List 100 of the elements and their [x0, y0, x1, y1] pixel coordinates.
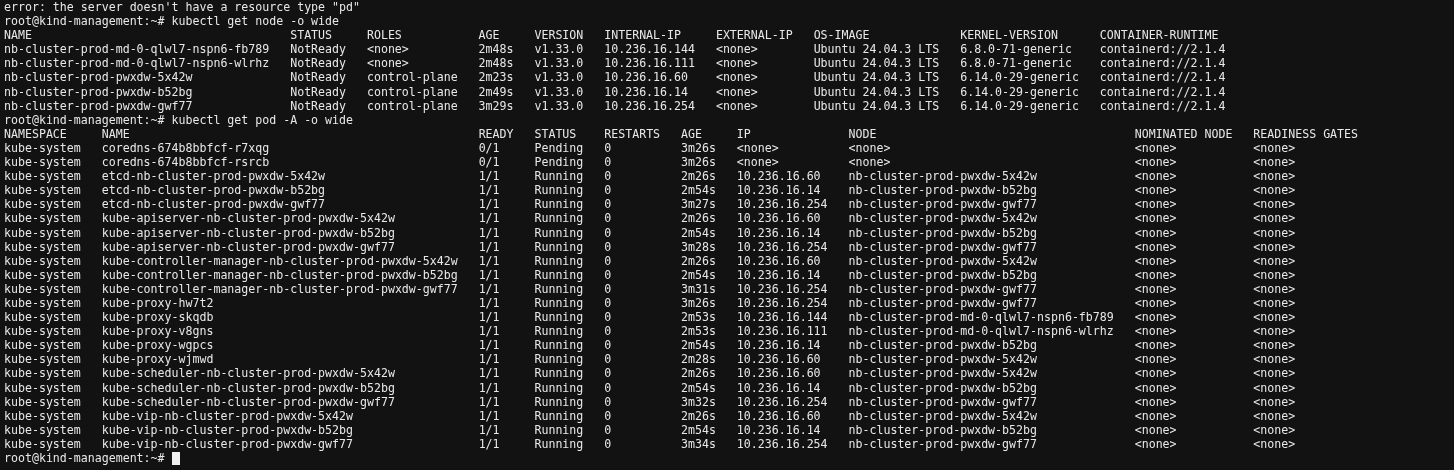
table-cell-text: 0 — [604, 225, 613, 240]
column-header: ROLES — [366, 28, 403, 43]
table-cell-text: <none> — [1253, 338, 1297, 353]
table-cell-text: kube-apiserver-nb-cluster-prod-pwxdw-gwf77 — [101, 239, 396, 254]
table-cell-text: <none> — [1253, 225, 1297, 240]
table-cell-text: 3m31s — [681, 281, 717, 296]
table-cell-text: Running — [534, 169, 585, 184]
table-cell-text: v1.33.0 — [534, 84, 585, 99]
table-cell-text: nb-cluster-prod-pwxdw-5x42w — [848, 253, 1038, 268]
table-cell-text: 1/1 — [478, 352, 501, 367]
table-cell-text: 0 — [604, 155, 613, 170]
table-cell-text: 10.236.16.60 — [736, 253, 822, 268]
table-cell-text: nb-cluster-prod-pwxdw-gwf77 — [848, 239, 1038, 254]
table-cell-text: 2m54s — [681, 338, 717, 353]
table-cell-text: 1/1 — [478, 310, 501, 325]
table-cell-text: <none> — [715, 98, 759, 113]
table-cell-text: 10.236.16.254 — [736, 436, 829, 451]
column-header: STATUS — [534, 126, 578, 141]
table-cell-text: 10.236.16.254 — [604, 98, 696, 113]
table-cell-text: 10.236.16.14 — [736, 225, 822, 240]
table-cell-text: 3m27s — [681, 197, 717, 212]
table-cell-text: <none> — [715, 70, 759, 85]
table-cell-text: 0 — [604, 140, 613, 156]
table-cell-text: 2m48s — [478, 42, 515, 57]
table-cell: containerd://2.1.4 — [1099, 98, 1226, 113]
table-cell-text: <none> — [1134, 183, 1178, 198]
table-cell-text: Ubuntu 24.04.3 LTS — [813, 70, 941, 85]
table-cell-text: kube-scheduler-nb-cluster-prod-pwxdw-b52bg — [101, 380, 396, 395]
table-cell-text: nb-cluster-prod-pwxdw-5x42w — [848, 211, 1038, 226]
table-cell-text: <none> — [1253, 380, 1297, 395]
table-cell-text: <none> — [1253, 366, 1297, 381]
table-cell-text: <none> — [1253, 183, 1297, 198]
table-cell-text: 1/1 — [478, 211, 501, 226]
table-cell-text: kube-system — [4, 366, 82, 381]
column-header: EXTERNAL-IP — [715, 28, 794, 43]
table-cell-text: kube-proxy-hw7t2 — [101, 295, 214, 311]
table-cell-text: 3m26s — [681, 155, 717, 170]
table-cell-text: Running — [534, 239, 585, 254]
table-cell-text: Running — [534, 295, 585, 311]
table-cell-text: nb-cluster-prod-pwxdw-b52bg — [848, 422, 1038, 437]
table-cell-text: <none> — [1253, 422, 1297, 437]
table-cell-text: 10.236.16.60 — [736, 352, 822, 367]
table-cell-text: NotReady — [290, 56, 347, 71]
column-header: RESTARTS — [604, 126, 662, 141]
table-cell-text: kube-proxy-v8gns — [101, 324, 215, 339]
table-cell-text: 3m26s — [681, 295, 717, 311]
table-cell-text: Pending — [534, 155, 585, 170]
table-cell-text: etcd-nb-cluster-prod-pwxdw-5x42w — [101, 169, 327, 184]
column-header: READINESS GATES — [1253, 126, 1359, 141]
table-cell-text: 0 — [604, 310, 613, 325]
column-header: INTERNAL-IP — [604, 28, 682, 43]
column-header: AGE — [478, 28, 501, 43]
table-cell-text: <none> — [366, 42, 410, 57]
table-cell-text: <none> — [1253, 239, 1297, 254]
table-cell-text: kube-system — [4, 239, 82, 254]
table-cell-text: kube-system — [4, 211, 82, 226]
table-cell-text: kube-system — [4, 394, 82, 409]
table-cell-text: 10.236.16.60 — [736, 366, 822, 381]
table-cell: containerd://2.1.4 — [1099, 56, 1226, 71]
table-cell-text: kube-system — [4, 267, 82, 282]
table-cell-text: <none> — [1134, 225, 1178, 240]
table-cell-text: 10.236.16.60 — [736, 169, 822, 184]
table-cell-text: 2m54s — [681, 380, 717, 395]
column-header: NAMESPACE — [4, 126, 67, 141]
table-cell-text: 2m53s — [681, 310, 717, 325]
table-cell-text: Running — [534, 281, 585, 296]
table-cell-text: Running — [534, 267, 585, 282]
table-cell-text: 2m49s — [478, 84, 515, 99]
table-cell-text: 2m54s — [681, 225, 717, 240]
table-cell-text: kube-system — [4, 380, 82, 395]
table-cell-text: 2m54s — [681, 183, 717, 198]
table-cell-text: <none> — [715, 84, 759, 99]
table-cell-text: nb-cluster-prod-pwxdw-gwf77 — [848, 436, 1038, 451]
table-cell-text: <none> — [1134, 197, 1178, 212]
table-cell-text: kube-system — [4, 408, 82, 423]
table-cell-text: 2m28s — [681, 352, 717, 367]
table-cell-text: 2m48s — [478, 56, 515, 71]
table-cell-text: 1/1 — [478, 253, 501, 268]
table-cell-text: kube-system — [4, 436, 82, 451]
table-cell-text: <none> — [1134, 211, 1178, 226]
table-cell-text: 3m26s — [681, 140, 717, 156]
table-cell-text: <none> — [1253, 352, 1297, 367]
table-cell-text: nb-cluster-prod-pwxdw-gwf77 — [848, 394, 1038, 409]
table-cell-text: kube-system — [4, 155, 82, 170]
table-cell-text: 2m53s — [681, 324, 717, 339]
table-cell-text: kube-vip-nb-cluster-prod-pwxdw-b52bg — [101, 422, 354, 437]
error-message: error: the server doesn't have a resource type "pd" — [4, 0, 360, 15]
table-cell-text: <none> — [715, 42, 759, 57]
table-cell-text: <none> — [1134, 366, 1178, 381]
table-cell-text: <none> — [1134, 155, 1178, 170]
cursor — [171, 451, 180, 465]
table-cell-text: 3m28s — [681, 239, 717, 254]
table-cell-text: <none> — [1253, 155, 1297, 170]
table-cell-text: 0 — [604, 239, 613, 254]
table-cell-text: Pending — [534, 140, 585, 156]
column-header: OS-IMAGE — [813, 28, 871, 43]
table-cell-text: kube-system — [4, 281, 82, 296]
table-cell-text: v1.33.0 — [534, 70, 585, 85]
table-cell-text: 0 — [604, 408, 613, 423]
table-cell-text: Ubuntu 24.04.3 LTS — [813, 98, 941, 113]
